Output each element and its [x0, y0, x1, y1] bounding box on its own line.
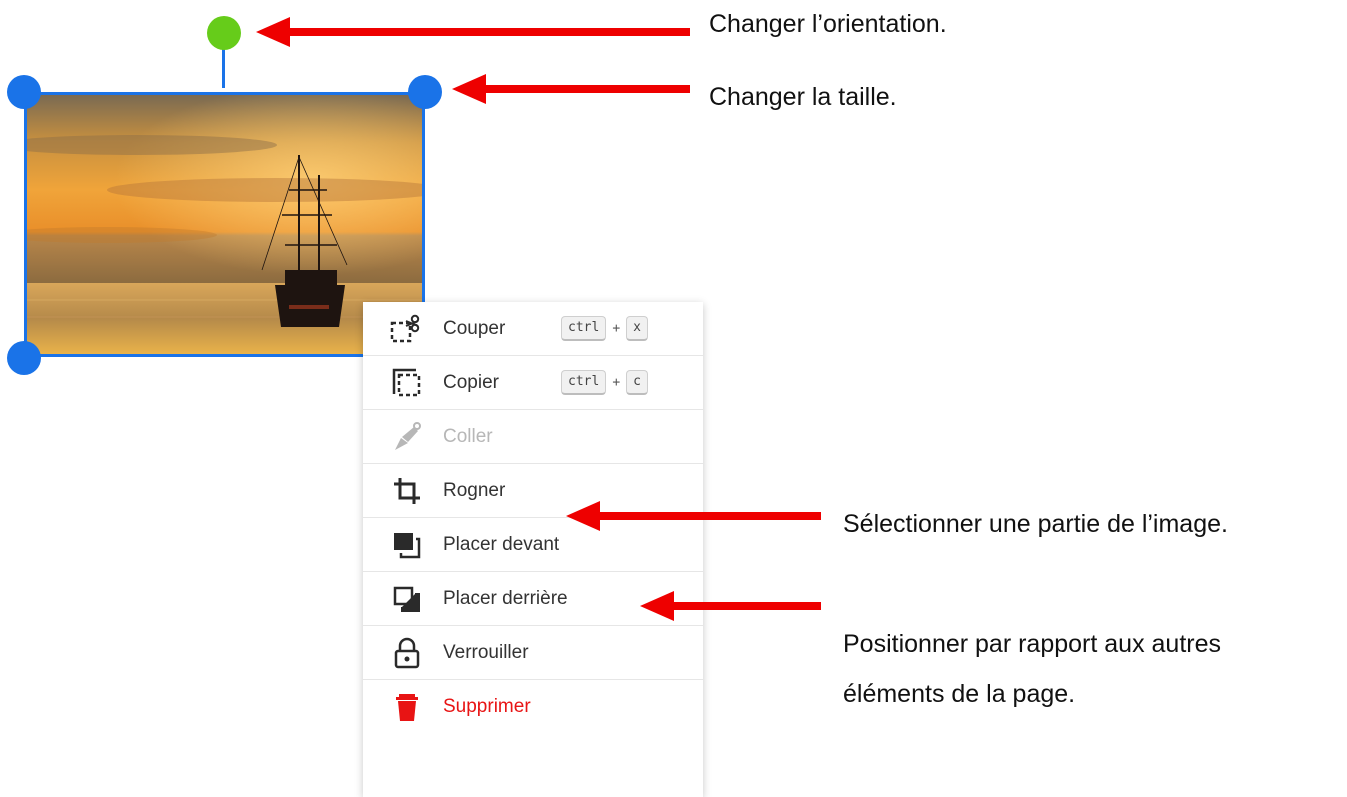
- arrow-position: [640, 591, 821, 621]
- note-rotate: Changer l’orientation.: [709, 10, 947, 38]
- shortcut-key: x: [626, 316, 648, 341]
- arrow-rotate: [256, 17, 690, 47]
- cut-icon: [389, 313, 425, 345]
- menu-item-delete[interactable]: Supprimer: [363, 680, 703, 734]
- resize-handle-top-right[interactable]: [408, 75, 442, 109]
- shortcut-key: c: [626, 370, 648, 395]
- arrow-crop: [566, 501, 821, 531]
- trash-icon: [389, 691, 425, 723]
- menu-item-copy[interactable]: Copier ctrl + c: [363, 356, 703, 410]
- bring-to-front-icon: [389, 529, 425, 561]
- send-back-label: Placer derrière: [443, 587, 568, 609]
- shortcut-plus: +: [612, 321, 621, 336]
- resize-handle-top-left[interactable]: [7, 75, 41, 109]
- bring-front-label: Placer devant: [443, 533, 560, 555]
- lock-icon: [389, 637, 425, 669]
- arrow-resize: [452, 74, 690, 104]
- crop-label: Rogner: [443, 479, 506, 501]
- delete-label: Supprimer: [443, 696, 531, 717]
- menu-item-paste[interactable]: Coller: [363, 410, 703, 464]
- crop-icon: [389, 475, 425, 507]
- menu-item-bring-front[interactable]: Placer devant: [363, 518, 703, 572]
- copy-icon: [389, 367, 425, 399]
- menu-item-crop[interactable]: Rogner: [363, 464, 703, 518]
- paste-brush-icon: [389, 421, 425, 453]
- menu-item-lock[interactable]: Verrouiller: [363, 626, 703, 680]
- note-crop: Sélectionner une partie de l’image.: [843, 510, 1228, 538]
- shortcut-plus: +: [612, 375, 621, 390]
- note-position-line2: éléments de la page.: [843, 680, 1076, 708]
- paste-label: Coller: [443, 425, 493, 447]
- shortcut-key: ctrl: [561, 316, 607, 341]
- note-resize: Changer la taille.: [709, 83, 897, 111]
- send-to-back-icon: [389, 583, 425, 615]
- cut-label: Couper: [443, 317, 506, 339]
- rotate-connector: [222, 48, 225, 88]
- shortcut-key: ctrl: [561, 370, 607, 395]
- lock-label: Verrouiller: [443, 641, 529, 663]
- canvas: Couper ctrl + x Copier ctrl + c Coller R…: [0, 0, 1347, 797]
- menu-item-cut[interactable]: Couper ctrl + x: [363, 302, 703, 356]
- note-position-line1: Positionner par rapport aux autres: [843, 630, 1221, 658]
- copy-label: Copier: [443, 371, 499, 393]
- resize-handle-bottom-left[interactable]: [7, 341, 41, 375]
- context-menu: Couper ctrl + x Copier ctrl + c Coller R…: [363, 302, 703, 797]
- cut-shortcut: ctrl + x: [561, 316, 648, 341]
- rotate-handle[interactable]: [207, 16, 241, 50]
- copy-shortcut: ctrl + c: [561, 370, 648, 395]
